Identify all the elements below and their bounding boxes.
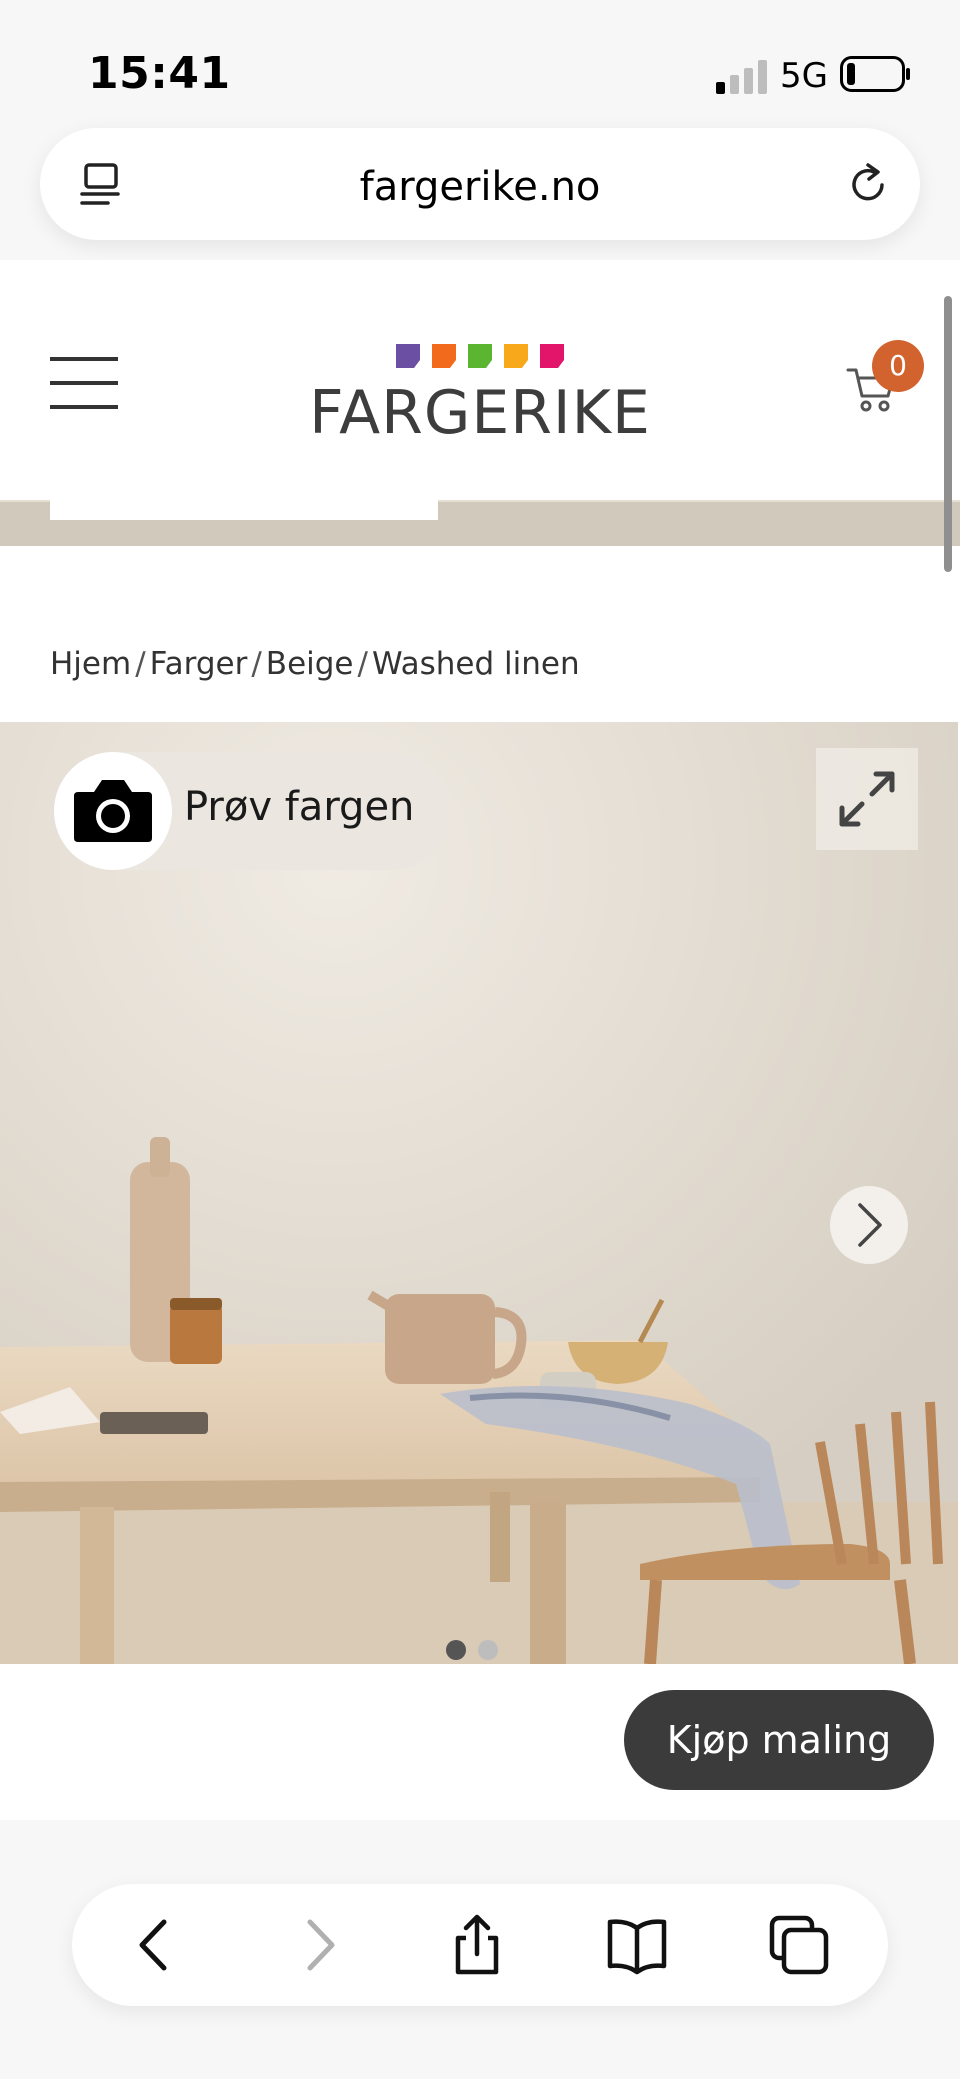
network-label: 5G bbox=[780, 56, 828, 96]
breadcrumb-separator: / bbox=[135, 646, 146, 682]
camera-circle bbox=[54, 752, 172, 870]
status-bar: 15:41 5G bbox=[0, 0, 960, 120]
address-bar[interactable]: fargerike.no bbox=[40, 128, 920, 240]
forward-icon[interactable] bbox=[288, 1914, 350, 1976]
breadcrumb-item-home[interactable]: Hjem bbox=[50, 646, 131, 682]
try-color-button[interactable]: Prøv fargen bbox=[54, 752, 450, 870]
scroll-indicator bbox=[944, 296, 952, 572]
browser-toolbar bbox=[72, 1884, 888, 2006]
chevron-right-icon bbox=[858, 1203, 882, 1247]
battery-icon bbox=[840, 56, 910, 92]
breadcrumb-item-current: Washed linen bbox=[371, 646, 580, 682]
carousel-dots bbox=[446, 1640, 506, 1660]
logo-text[interactable]: FARGERIKE bbox=[0, 378, 960, 448]
browser-address-area: fargerike.no bbox=[0, 120, 960, 260]
url-text[interactable]: fargerike.no bbox=[40, 164, 920, 210]
browser-bottom-area bbox=[0, 1820, 960, 2079]
breadcrumb-item-colors[interactable]: Farger bbox=[150, 646, 248, 682]
expand-icon bbox=[839, 771, 895, 827]
search-tab[interactable] bbox=[50, 500, 438, 520]
breadcrumb: Hjem / Farger / Beige / Washed linen bbox=[50, 646, 580, 682]
carousel-dot-1[interactable] bbox=[446, 1640, 466, 1660]
logo-color-marks[interactable] bbox=[396, 344, 566, 370]
status-time: 15:41 bbox=[88, 48, 231, 99]
fullscreen-button[interactable] bbox=[816, 748, 918, 850]
reload-icon[interactable] bbox=[846, 162, 892, 208]
tabs-icon[interactable] bbox=[768, 1914, 830, 1976]
breadcrumb-item-beige[interactable]: Beige bbox=[266, 646, 354, 682]
carousel-dot-2[interactable] bbox=[478, 1640, 498, 1660]
site-header: FARGERIKE 0 bbox=[0, 260, 960, 500]
buy-paint-button[interactable]: Kjøp maling bbox=[624, 1690, 934, 1790]
back-icon[interactable] bbox=[124, 1914, 186, 1976]
breadcrumb-separator: / bbox=[251, 646, 262, 682]
cart-count-badge[interactable]: 0 bbox=[872, 340, 924, 392]
signal-icon bbox=[716, 60, 767, 94]
share-icon[interactable] bbox=[446, 1914, 508, 1976]
product-image-carousel[interactable]: Prøv fargen bbox=[0, 722, 958, 1664]
camera-icon bbox=[74, 780, 152, 842]
next-slide-button[interactable] bbox=[830, 1186, 908, 1264]
bookmarks-icon[interactable] bbox=[606, 1914, 668, 1976]
try-color-label[interactable]: Prøv fargen bbox=[184, 784, 414, 830]
breadcrumb-separator: / bbox=[357, 646, 368, 682]
